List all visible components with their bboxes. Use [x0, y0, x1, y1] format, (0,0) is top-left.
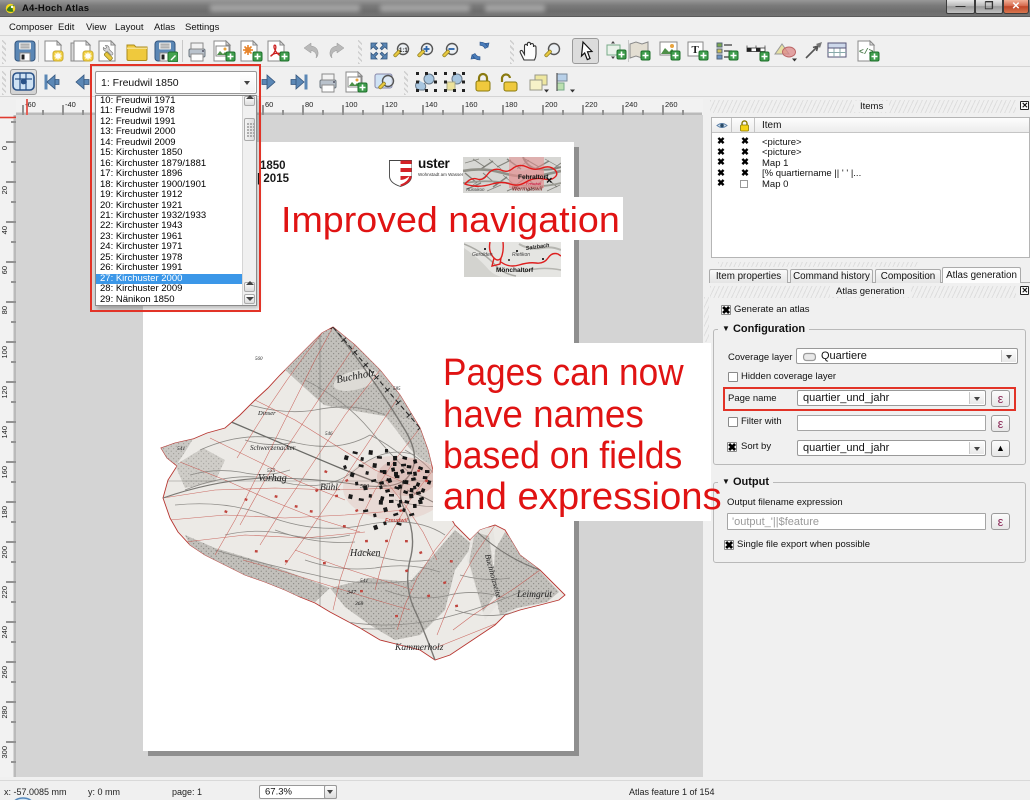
svg-text:Rietikon: Rietikon: [512, 252, 530, 258]
svg-text:160: 160: [465, 100, 478, 109]
svg-text:Russikon: Russikon: [466, 187, 485, 192]
svg-text:180: 180: [505, 100, 518, 109]
svg-text:Kammerholz: Kammerholz: [394, 643, 444, 653]
svg-text:541: 541: [177, 445, 186, 452]
svg-text:20: 20: [0, 186, 9, 194]
svg-text:60: 60: [265, 100, 273, 109]
svg-text:546: 546: [325, 432, 333, 437]
svg-text:541: 541: [360, 577, 369, 584]
svg-text:347: 347: [346, 589, 357, 596]
svg-text:280: 280: [0, 706, 9, 719]
svg-text:80: 80: [305, 100, 313, 109]
svg-text:260: 260: [0, 666, 9, 679]
svg-text:120: 120: [385, 100, 398, 109]
svg-text:Hacken: Hacken: [349, 548, 381, 559]
svg-text:140: 140: [425, 100, 438, 109]
svg-text:585: 585: [393, 387, 401, 392]
svg-text:Schwerzenacker: Schwerzenacker: [250, 444, 296, 452]
svg-text:Freudwil: Freudwil: [385, 518, 408, 524]
svg-text:160: 160: [0, 466, 9, 479]
svg-text:550: 550: [360, 484, 369, 490]
svg-text:100: 100: [0, 346, 9, 359]
svg-text:100: 100: [345, 100, 358, 109]
svg-text:220: 220: [585, 100, 598, 109]
svg-text:Freudwil: Freudwil: [526, 181, 541, 186]
svg-text:80: 80: [0, 306, 9, 314]
svg-text:368: 368: [354, 601, 364, 607]
svg-text:60: 60: [0, 266, 9, 274]
svg-text:1:1: 1:1: [399, 48, 408, 54]
svg-text:Fehraltorf: Fehraltorf: [518, 174, 549, 181]
svg-text:120: 120: [0, 386, 9, 399]
svg-text:40: 40: [0, 226, 9, 234]
svg-text:Wermatswil: Wermatswil: [512, 187, 543, 193]
svg-text:Bühl.: Bühl.: [320, 483, 340, 493]
svg-text:Leimgrüt: Leimgrüt: [516, 590, 552, 600]
svg-text:220: 220: [0, 586, 9, 599]
svg-text:560: 560: [255, 357, 263, 362]
svg-text:T: T: [692, 44, 700, 56]
svg-text:300: 300: [0, 746, 9, 759]
svg-text:200: 200: [545, 100, 558, 109]
svg-text:Gerolden: Gerolden: [472, 252, 493, 258]
svg-text:260: 260: [665, 100, 678, 109]
svg-text:140: 140: [0, 426, 9, 439]
svg-text:Dinser: Dinser: [257, 410, 276, 417]
svg-text:240: 240: [0, 626, 9, 639]
svg-text:-40: -40: [65, 100, 76, 109]
svg-text:Vorhag: Vorhag: [258, 473, 287, 484]
svg-text:555: 555: [267, 468, 276, 474]
svg-text:180: 180: [0, 506, 9, 519]
svg-text:Mönchaltorf: Mönchaltorf: [496, 267, 534, 274]
svg-text:240: 240: [625, 100, 638, 109]
svg-text:0: 0: [0, 146, 9, 150]
svg-text:200: 200: [0, 546, 9, 559]
